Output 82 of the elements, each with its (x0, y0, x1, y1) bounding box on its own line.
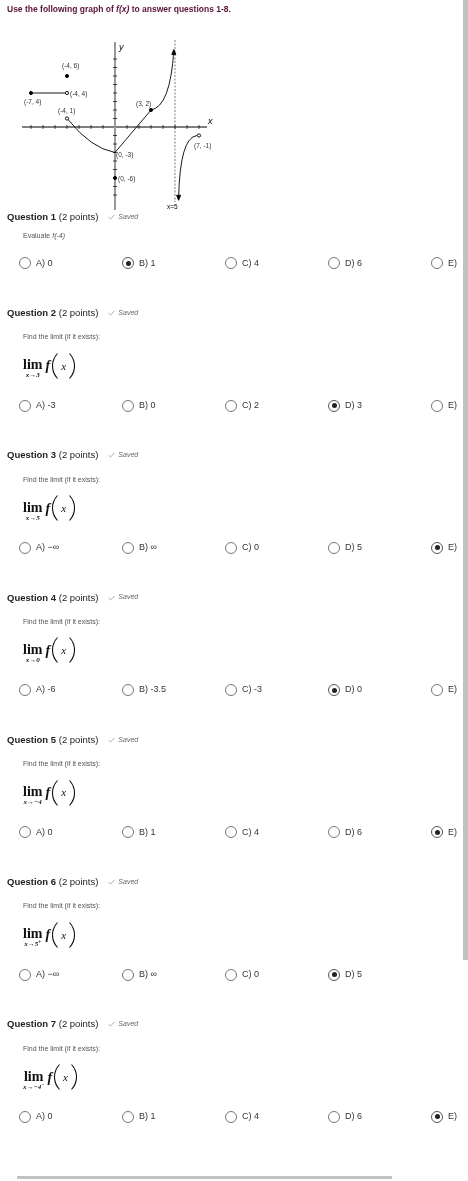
function-name: f (47, 1068, 53, 1087)
left-parenthesis-icon (52, 352, 59, 379)
option-label: E) (448, 1110, 457, 1123)
question-title: Question 1 (2 points) (7, 209, 99, 224)
option-label: D) 0 (345, 683, 362, 697)
option-label: B) 1 (139, 825, 156, 839)
left-parenthesis-icon (52, 779, 59, 806)
option-label: D) 5 (345, 967, 362, 981)
option-label: A) 0 (36, 256, 53, 270)
left-parenthesis-icon (52, 921, 59, 948)
right-parenthesis-icon (69, 637, 75, 664)
question-title: Question 7 (2 points) (7, 1017, 99, 1032)
function-name: f (45, 926, 51, 945)
question-title: Question 3 (2 points) (7, 448, 99, 463)
question-title: Question 2 (2 points) (7, 306, 99, 320)
check-icon (108, 594, 116, 601)
question-title: Question 4 (2 points) (7, 590, 99, 605)
check-icon (108, 452, 116, 459)
function-name: f (45, 357, 51, 376)
option-label: B) ∞ (139, 967, 157, 981)
option-label: C) 4 (242, 825, 259, 839)
right-parenthesis-icon (69, 352, 75, 379)
function-name: f (45, 641, 51, 660)
left-parenthesis-icon (54, 1064, 61, 1090)
option-label: D) 6 (345, 825, 362, 839)
function-argument: x (60, 500, 67, 516)
option-label: A) -6 (36, 683, 56, 697)
function-name: f (45, 499, 51, 518)
option-label: D) 5 (345, 541, 362, 554)
option-label: B) 1 (139, 256, 156, 270)
limit-operator: lim (23, 642, 43, 657)
right-parenthesis-icon (69, 495, 75, 521)
option-label: C) 2 (242, 398, 259, 412)
check-icon (108, 1021, 116, 1028)
option-label: D) 6 (345, 1110, 362, 1123)
option-label: B) -3.5 (139, 683, 166, 697)
function-argument: x (60, 927, 67, 943)
option-label: B) 1 (139, 1110, 156, 1123)
option-label: E) (448, 541, 457, 554)
option-label: E) (448, 398, 457, 412)
function-argument: x (60, 643, 67, 658)
option-label: D) 3 (345, 398, 362, 412)
right-parenthesis-icon (71, 1064, 77, 1090)
question-title: Question 6 (2 points) (7, 875, 99, 889)
check-icon (108, 310, 116, 317)
right-parenthesis-icon (69, 779, 75, 806)
check-icon (108, 213, 116, 220)
option-label: A) 0 (36, 1110, 53, 1123)
option-label: C) 4 (242, 1110, 259, 1123)
left-parenthesis-icon (52, 495, 59, 521)
option-label: D) 6 (345, 256, 362, 270)
vertical-scrollbar[interactable] (463, 0, 468, 960)
option-label: C) 0 (242, 967, 259, 981)
option-label: A) −∞ (36, 541, 60, 554)
option-label: B) ∞ (139, 541, 157, 554)
function-argument: x (60, 785, 67, 801)
option-label: B) 0 (139, 398, 156, 412)
question-title: Question 5 (2 points) (7, 732, 99, 747)
left-parenthesis-icon (52, 637, 59, 664)
option-label: E) (448, 256, 457, 270)
option-label: E) (448, 825, 457, 839)
function-name: f (45, 784, 51, 802)
option-label: A) −∞ (36, 967, 60, 981)
axis-label: x (208, 115, 213, 126)
option-label: C) -3 (242, 683, 262, 697)
right-parenthesis-icon (69, 921, 75, 948)
axis-label: y (119, 41, 124, 52)
limit-operator: lim (23, 358, 43, 373)
horizontal-scrollbar[interactable] (17, 1176, 392, 1179)
check-icon (108, 879, 116, 886)
option-label: A) -3 (36, 398, 56, 412)
option-label: C) 4 (242, 256, 259, 270)
function-argument: x (60, 358, 67, 374)
limit-operator: lim (24, 1069, 44, 1084)
page-heading: Use the following graph of f(x) to answer questions 1-8. (7, 3, 232, 16)
check-icon (108, 736, 116, 743)
limit-operator: lim (23, 500, 43, 515)
option-label: E) (448, 683, 457, 697)
limit-operator: lim (23, 785, 43, 799)
function-argument: x (62, 1069, 69, 1085)
option-label: C) 0 (242, 541, 259, 554)
option-label: A) 0 (36, 825, 53, 839)
